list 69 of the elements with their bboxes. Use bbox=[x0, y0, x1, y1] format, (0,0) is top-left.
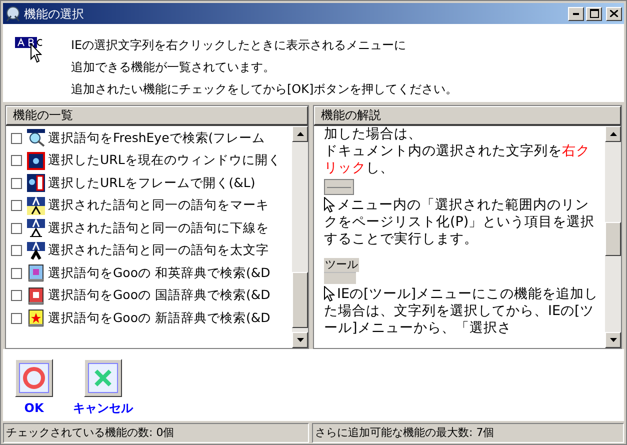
checkbox[interactable] bbox=[11, 290, 22, 302]
book-icon bbox=[27, 309, 45, 328]
menu-image bbox=[324, 272, 356, 284]
checkbox[interactable] bbox=[11, 268, 22, 279]
close-icon bbox=[610, 10, 618, 17]
feature-label: 選択したURLを現在のウィンドウに開く bbox=[48, 151, 281, 170]
scrollbar-thumb[interactable] bbox=[292, 272, 308, 328]
feature-list-item[interactable]: 選択したURLをフレームで開く(&L) bbox=[11, 172, 292, 194]
feature-list-item[interactable]: 選択された語句と同一の語句に下線を bbox=[11, 217, 292, 240]
scroll-down-button[interactable] bbox=[605, 332, 621, 348]
feature-label: 選択語句をGooの 国語辞典で検索(&D bbox=[48, 286, 270, 304]
status-bar-panel: チェックされている機能の数: 0個 bbox=[3, 423, 309, 443]
circle-icon bbox=[21, 365, 47, 391]
scroll-up-button[interactable] bbox=[605, 126, 621, 142]
feature-list-item[interactable]: 選択語句をGooの 新語辞典で検索(&D bbox=[11, 307, 292, 330]
scrollbar-thumb[interactable] bbox=[605, 222, 621, 256]
feature-list-item[interactable]: 選択語句をGooの 国語辞典で検索(&D bbox=[11, 284, 292, 307]
feature-list-item[interactable]: 選択された語句と同一の語句をマーキ bbox=[11, 194, 292, 217]
feature-list-item[interactable]: 選択語句をFreshEyeで検索(フレーム bbox=[11, 127, 292, 150]
maximize-icon bbox=[590, 9, 598, 18]
down-arrow-icon bbox=[296, 338, 304, 342]
feature-label: 選択したURLをフレームで開く(&L) bbox=[48, 174, 256, 192]
feature-label: 選択された語句と同一の語句をマーキ bbox=[48, 196, 269, 214]
checkbox[interactable] bbox=[11, 155, 22, 166]
description-text: 加した場合は、 bbox=[324, 126, 423, 143]
panel-header: 機能の解説 bbox=[314, 106, 621, 125]
window-icon bbox=[27, 152, 45, 170]
feature-label: 選択語句をGooの 新語辞典で検索(&D bbox=[48, 308, 270, 327]
mouse-cursor-icon bbox=[324, 197, 335, 213]
checkbox[interactable] bbox=[11, 222, 22, 234]
feature-label: 選択語句をGooの 和英辞典で検索(&D bbox=[48, 264, 270, 282]
feature-list-item[interactable]: 選択語句をGooの 和英辞典で検索(&D bbox=[11, 262, 292, 284]
status-bar-panel: さらに追加可能な機能の最大数: 7個 bbox=[312, 423, 624, 443]
down-arrow-icon bbox=[610, 338, 616, 342]
book-icon bbox=[27, 286, 45, 305]
description-text: IEの[ツール]メニューにこの機能を追加した場合は、文字列を選択してから、IEの[ツール]メニューから、「選択さ bbox=[324, 286, 599, 337]
checkbox[interactable] bbox=[11, 245, 22, 256]
feature-label: 選択語句をFreshEyeで検索(フレーム bbox=[48, 128, 266, 147]
feature-label: 選択された語句と同一の語句を太文字 bbox=[48, 241, 269, 260]
feature-list-item[interactable]: 選択された語句と同一の語句を太文字 bbox=[11, 240, 292, 262]
cancel-button[interactable]: キャンセル bbox=[73, 359, 133, 417]
description-text: ドキュメント内の選択された文字列を右クリック し、 bbox=[324, 143, 591, 177]
maximize-button[interactable] bbox=[586, 6, 602, 20]
book-icon bbox=[27, 264, 45, 282]
instruction-text: 追加できる機能が一覧されています。 bbox=[71, 59, 276, 76]
globe-icon bbox=[5, 6, 21, 22]
up-arrow-icon bbox=[610, 132, 616, 136]
feature-label: 選択された語句と同一の語句に下線を bbox=[48, 218, 269, 237]
window-title: 機能の選択 bbox=[24, 6, 84, 22]
feature-list-item[interactable]: 選択したURLを現在のウィンドウに開く bbox=[11, 150, 292, 172]
minimize-icon bbox=[573, 12, 579, 14]
minimize-button[interactable] bbox=[568, 6, 584, 20]
checkbox[interactable] bbox=[11, 200, 22, 212]
menu-item-image bbox=[324, 179, 354, 195]
instruction-text: 追加されたい機能にチェックをしてから[OK]ボタンを押してください。 bbox=[71, 81, 458, 98]
menu-label: ツール bbox=[324, 258, 359, 272]
checkbox[interactable] bbox=[11, 178, 22, 189]
magnifier-icon bbox=[27, 129, 45, 148]
frame-icon bbox=[27, 174, 45, 192]
checkbox[interactable] bbox=[11, 132, 22, 144]
scroll-up-button[interactable] bbox=[292, 126, 308, 142]
mouse-cursor-icon bbox=[324, 286, 335, 302]
checkbox[interactable] bbox=[11, 312, 22, 324]
up-arrow-icon bbox=[296, 132, 304, 136]
scroll-down-button[interactable] bbox=[292, 332, 308, 348]
close-button[interactable] bbox=[606, 6, 622, 20]
description-text: メニュー内の「選択された範囲内のリンクをページリスト化(P)」という項目を選択することで実行します。 bbox=[324, 197, 596, 248]
panel-header: 機能の一覧 bbox=[6, 106, 308, 125]
instruction-text: IEの選択文字列を右クリックしたときに表示されるメニューに bbox=[71, 37, 408, 54]
